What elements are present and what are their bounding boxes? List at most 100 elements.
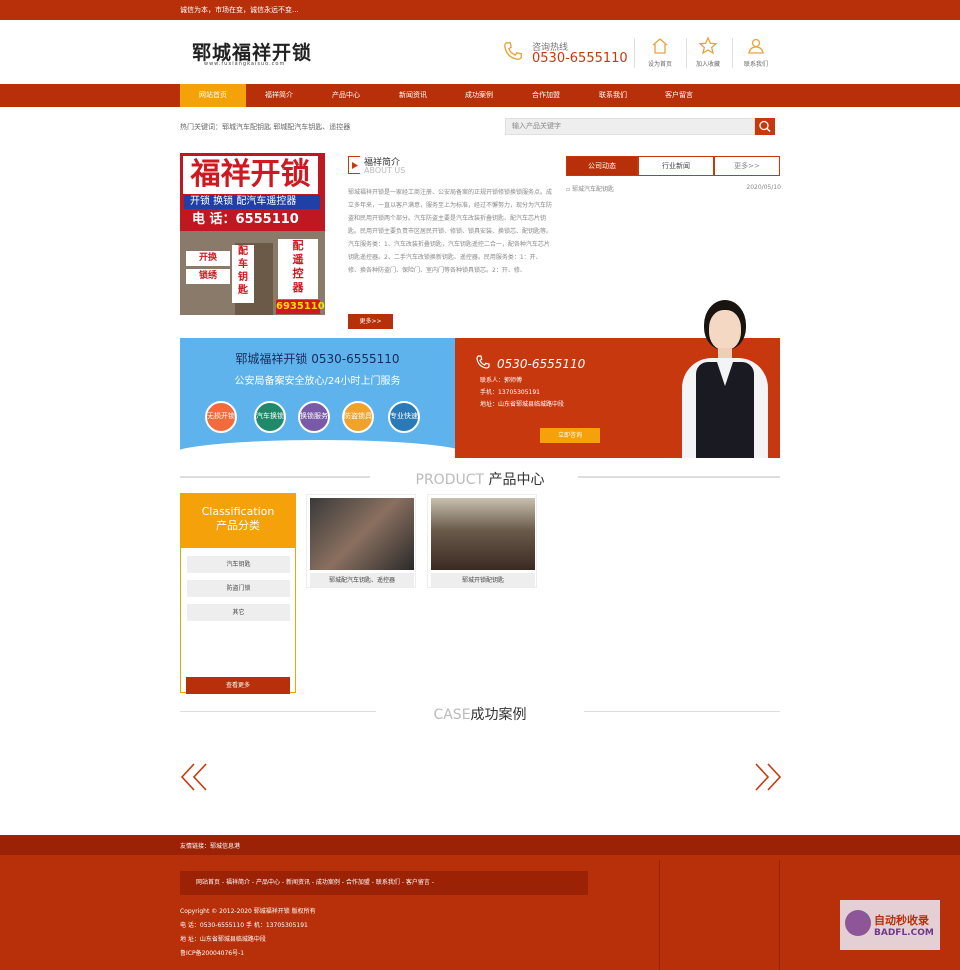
slogan-text: 诚信为本，市场在变，诚信永远不变... [180, 6, 299, 14]
banner-subtitle: 公安局备案安全放心/24小时上门服务 [234, 376, 401, 387]
shop-sign-side: 配车钥匙 [232, 245, 254, 303]
side-char: 钥 [238, 272, 248, 283]
product-section-heading: PRODUCT 产品中心 [0, 469, 960, 489]
divider [779, 860, 780, 970]
hot-keywords[interactable]: 热门关键词：郓城汽车配钥匙 郓城配汽车钥匙、遥控器 [180, 122, 350, 132]
contact-icon [748, 38, 764, 54]
shop-sign-phone: 电 话：6555110 [192, 212, 299, 227]
watermark-line2: BADFL.COM [874, 928, 934, 938]
banner-phone: 0530-6555110 [497, 357, 586, 371]
tool-label: 加入收藏 [695, 61, 720, 68]
footer-links-bar [0, 835, 960, 855]
friend-links[interactable]: 友情链接：郓城信息港 [180, 841, 240, 850]
nav-news[interactable]: 新闻资讯 [380, 84, 446, 107]
about-more-button[interactable]: 更多>> [348, 314, 393, 329]
classification-cn: 产品分类 [216, 519, 260, 532]
side-char: 控 [292, 267, 304, 280]
banner-cloud [180, 440, 455, 458]
contact-us-button[interactable]: 联系我们 [734, 36, 778, 68]
product-heading-en: PRODUCT [415, 472, 485, 488]
classification-header: Classification 产品分类 [180, 493, 296, 548]
nav-about[interactable]: 福祥简介 [246, 84, 312, 107]
service-circle: 汽车换锁 [254, 401, 286, 433]
search-button[interactable] [755, 118, 775, 135]
side-char: 车 [238, 259, 248, 270]
news-date: 2020/05/10 [746, 184, 781, 191]
set-homepage-button[interactable]: 设为首页 [638, 36, 682, 68]
top-slogan-bar: 诚信为本，市场在变，诚信永远不变... [0, 0, 960, 20]
phone-icon [476, 355, 490, 369]
shop-tag: 锁绣 [186, 269, 230, 284]
banner-left: 郓城福祥开锁 0530-6555110 公安局备案安全放心/24小时上门服务 无… [180, 338, 455, 458]
footer-nav[interactable]: 网站首页 - 福祥简介 - 产品中心 - 新闻资讯 - 成功案例 - 合作加盟 … [180, 871, 588, 895]
search-input[interactable]: 输入产品关键字 [505, 118, 755, 135]
consult-button[interactable]: 立即咨询 [540, 428, 600, 443]
footer-icp[interactable]: 鲁ICP备20004076号-1 [180, 948, 244, 957]
shop-sign-main: 福祥开锁 [183, 156, 318, 194]
banner-mobile: 手机：13705305191 [480, 389, 540, 396]
watermark-line1: 自动秒收录 [874, 914, 929, 927]
side-char: 遥 [292, 253, 304, 266]
case-heading-en: CASE [433, 707, 471, 723]
shop-sign-side-2: 配遥控器 [278, 239, 318, 299]
divider [659, 860, 660, 970]
product-caption: 郓城开锁配钥匙 [431, 573, 535, 588]
nav-home[interactable]: 网站首页 [180, 84, 246, 107]
nav-message[interactable]: 客户留言 [646, 84, 712, 107]
shop-photo: 福祥开锁 开锁 换锁 配汽车遥控器 电 话：6555110 配车钥匙 配遥控器 … [180, 153, 325, 315]
service-circle: 防盗锁具 [342, 401, 374, 433]
service-circle: 无损开锁 [205, 401, 237, 433]
nav-products[interactable]: 产品中心 [313, 84, 379, 107]
shop-tag: 开换 [186, 251, 230, 266]
divider [732, 38, 733, 68]
main-nav: 网站首页 福祥简介 产品中心 新闻资讯 成功案例 合作加盟 联系我们 客户留言 [0, 84, 960, 107]
watermark-icon [845, 910, 871, 936]
nav-contact[interactable]: 联系我们 [580, 84, 646, 107]
customer-service-photo [672, 298, 776, 458]
tab-industry-news[interactable]: 行业新闻 [638, 156, 714, 176]
nav-cases[interactable]: 成功案例 [446, 84, 512, 107]
search-icon [759, 120, 771, 133]
banner-contact: 联系人：郭师傅 [480, 377, 523, 384]
watermark-logo: 自动秒收录 BADFL.COM [840, 900, 940, 950]
product-card[interactable]: 郓城配汽车钥匙、遥控器 [306, 494, 416, 588]
news-list-item[interactable]: ▫ 郓城汽车配钥匙 2020/05/10 [566, 184, 781, 193]
product-image [310, 498, 414, 570]
add-favorite-button[interactable]: 加入收藏 [686, 36, 730, 68]
shop-sign-bottom: 6935110 [276, 300, 325, 314]
chevron-left-icon[interactable] [180, 762, 210, 792]
product-heading-cn: 产品中心 [488, 472, 545, 488]
home-icon [652, 38, 668, 54]
nav-join[interactable]: 合作加盟 [513, 84, 579, 107]
category-other[interactable]: 其它 [187, 604, 290, 621]
about-subtitle: ABOUT US [364, 166, 406, 175]
classification-en: Classification [201, 505, 275, 518]
footer-copyright: Copyright © 2012-2020 郓城福祥开锁 版权所有 [180, 908, 316, 915]
phone-icon [504, 42, 522, 60]
banner-address: 地址：山东省郓城县临城路中段 [480, 401, 565, 408]
category-door-locks[interactable]: 防盗门锁 [187, 580, 290, 597]
service-circle: 专业快速 [388, 401, 420, 433]
side-char: 配 [292, 239, 304, 252]
side-char: 配 [238, 246, 248, 257]
product-image [431, 498, 535, 570]
tab-more-news[interactable]: 更多>> [714, 156, 780, 176]
shop-sign-sub: 开锁 换锁 配汽车遥控器 [184, 195, 320, 209]
about-text: 郓城福祥开锁是一家经工商注册、公安局备案的正规开锁修锁换锁服务点。成立多年来，一… [348, 189, 553, 274]
service-circle: 换锁服务 [298, 401, 330, 433]
view-more-button[interactable]: 查看更多 [186, 677, 290, 694]
divider [634, 38, 635, 68]
category-car-keys[interactable]: 汽车钥匙 [187, 556, 290, 573]
case-heading-cn: 成功案例 [470, 707, 527, 723]
news-title: 郓城汽车配钥匙 [571, 186, 614, 193]
product-card[interactable]: 郓城开锁配钥匙 [427, 494, 537, 588]
hotline-phone: 0530-6555110 [532, 51, 628, 66]
side-char: 匙 [238, 285, 248, 296]
chevron-right-icon[interactable] [752, 762, 782, 792]
tab-company-news[interactable]: 公司动态 [566, 156, 638, 176]
case-section-heading: CASE成功案例 [0, 704, 960, 724]
play-icon [352, 162, 358, 169]
face [709, 310, 741, 350]
product-caption: 郓城配汽车钥匙、遥控器 [310, 573, 414, 588]
star-icon [698, 36, 718, 55]
